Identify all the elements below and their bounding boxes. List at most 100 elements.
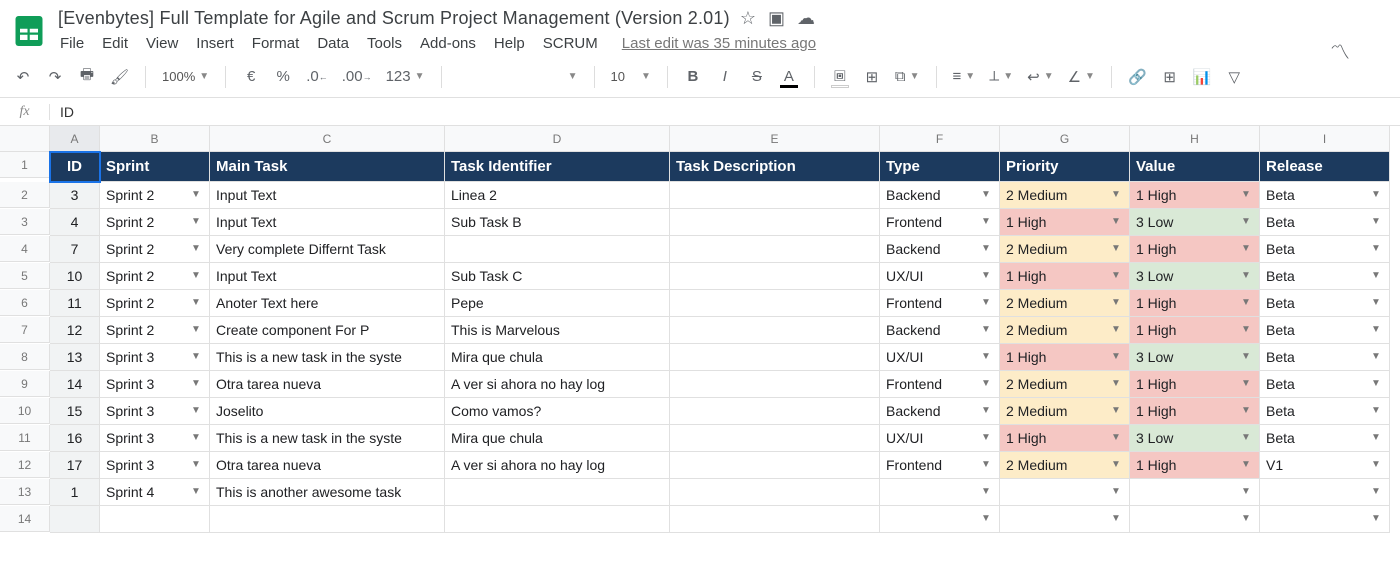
dropdown-icon[interactable]: ▼	[191, 405, 203, 417]
dropdown-icon[interactable]: ▼	[191, 378, 203, 390]
cell-id[interactable]: 17	[50, 452, 100, 479]
move-icon[interactable]: ▣	[768, 8, 785, 29]
cell-priority[interactable]: 1 High▼	[1000, 425, 1130, 452]
dropdown-icon[interactable]: ▼	[191, 351, 203, 363]
dropdown-icon[interactable]: ▼	[191, 459, 203, 471]
cell-sprint[interactable]: Sprint 3▼	[100, 344, 210, 371]
cell-value[interactable]: 3 Low▼	[1130, 209, 1260, 236]
dropdown-icon[interactable]: ▼	[1241, 486, 1253, 498]
cell-task-identifier[interactable]: This is Marvelous	[445, 317, 670, 344]
cell-type[interactable]: Backend▼	[880, 182, 1000, 209]
italic-button[interactable]: I	[716, 68, 734, 85]
menu-edit[interactable]: Edit	[102, 35, 128, 52]
cell-main-task[interactable]: Create component For P	[210, 317, 445, 344]
row-header[interactable]: 10	[0, 398, 50, 424]
cell-type[interactable]: UX/UI▼	[880, 263, 1000, 290]
cell-id[interactable]: 15	[50, 398, 100, 425]
merge-button[interactable]: ⧉▼	[895, 68, 920, 85]
dropdown-icon[interactable]: ▼	[1111, 324, 1123, 336]
dropdown-icon[interactable]: ▼	[1111, 351, 1123, 363]
menu-view[interactable]: View	[146, 35, 178, 52]
dropdown-icon[interactable]: ▼	[981, 459, 993, 471]
dropdown-icon[interactable]: ▼	[1241, 432, 1253, 444]
cell-main-task[interactable]: Anoter Text here	[210, 290, 445, 317]
percent-button[interactable]: %	[274, 68, 292, 85]
cell-main-task[interactable]: Otra tarea nueva	[210, 452, 445, 479]
dropdown-icon[interactable]: ▼	[1241, 351, 1253, 363]
dropdown-icon[interactable]: ▼	[1241, 378, 1253, 390]
undo-icon[interactable]: ↶	[14, 68, 32, 86]
cell-main-task[interactable]	[210, 506, 445, 533]
dropdown-icon[interactable]: ▼	[1241, 189, 1253, 201]
cell-id[interactable]: 1	[50, 479, 100, 506]
cell-release[interactable]: V1▼	[1260, 452, 1390, 479]
cell-main-task[interactable]: This is a new task in the syste	[210, 344, 445, 371]
cell-release[interactable]: Beta▼	[1260, 209, 1390, 236]
menu-data[interactable]: Data	[317, 35, 349, 52]
cell-value[interactable]: 3 Low▼	[1130, 263, 1260, 290]
cell-main-task[interactable]: Input Text	[210, 209, 445, 236]
dropdown-icon[interactable]: ▼	[1111, 243, 1123, 255]
dropdown-icon[interactable]: ▼	[1241, 216, 1253, 228]
wrap-button[interactable]: ↩▼	[1027, 68, 1053, 86]
dropdown-icon[interactable]: ▼	[981, 216, 993, 228]
dropdown-icon[interactable]: ▼	[191, 432, 203, 444]
paint-format-icon[interactable]: 🖌	[110, 68, 129, 86]
v-align-button[interactable]: ⟂▼	[989, 68, 1013, 85]
cell-task-identifier[interactable]: Mira que chula	[445, 425, 670, 452]
column-header[interactable]: H	[1130, 126, 1260, 152]
row-header[interactable]: 7	[0, 317, 50, 343]
menu-scrum[interactable]: SCRUM	[543, 35, 598, 52]
cell-main-task[interactable]: This is a new task in the syste	[210, 425, 445, 452]
h-align-button[interactable]: ≡▼	[953, 68, 976, 85]
cell-priority[interactable]: 1 High▼	[1000, 209, 1130, 236]
row-header[interactable]: 8	[0, 344, 50, 370]
row-header[interactable]: 2	[0, 182, 50, 208]
dropdown-icon[interactable]: ▼	[1371, 513, 1383, 525]
cell-task-description[interactable]	[670, 479, 880, 506]
cell-task-description[interactable]	[670, 182, 880, 209]
increase-decimal-button[interactable]: .00→	[342, 68, 372, 85]
fill-color-button[interactable]: 🞖	[831, 68, 849, 85]
cell-task-identifier[interactable]: A ver si ahora no hay log	[445, 371, 670, 398]
header-cell[interactable]: Release	[1260, 152, 1390, 182]
cell-value[interactable]: 3 Low▼	[1130, 425, 1260, 452]
cell-task-identifier[interactable]	[445, 506, 670, 533]
cell-type[interactable]: Frontend▼	[880, 371, 1000, 398]
cell-priority[interactable]: 2 Medium▼	[1000, 290, 1130, 317]
cell-value[interactable]: 1 High▼	[1130, 290, 1260, 317]
dropdown-icon[interactable]: ▼	[191, 189, 203, 201]
dropdown-icon[interactable]: ▼	[1111, 513, 1123, 525]
cell-task-identifier[interactable]: Pepe	[445, 290, 670, 317]
cell-value[interactable]: ▼	[1130, 479, 1260, 506]
cell-sprint[interactable]: Sprint 3▼	[100, 371, 210, 398]
cell-task-description[interactable]	[670, 506, 880, 533]
cell-priority[interactable]: 1 High▼	[1000, 344, 1130, 371]
row-header[interactable]: 1	[0, 152, 50, 178]
zoom-select[interactable]: 100%▼	[162, 69, 209, 84]
dropdown-icon[interactable]: ▼	[1111, 297, 1123, 309]
redo-icon[interactable]: ↷	[46, 68, 64, 86]
star-icon[interactable]: ☆	[740, 8, 756, 29]
dropdown-icon[interactable]: ▼	[1371, 405, 1383, 417]
cell-value[interactable]: 1 High▼	[1130, 236, 1260, 263]
dropdown-icon[interactable]: ▼	[981, 513, 993, 525]
bold-button[interactable]: B	[684, 68, 702, 85]
cell-id[interactable]: 7	[50, 236, 100, 263]
cell-task-description[interactable]	[670, 371, 880, 398]
row-header[interactable]: 14	[0, 506, 50, 532]
font-size-select[interactable]: 10▼	[611, 69, 651, 84]
cell-type[interactable]: Backend▼	[880, 317, 1000, 344]
cell-sprint[interactable]: Sprint 2▼	[100, 209, 210, 236]
cell-sprint[interactable]: Sprint 2▼	[100, 317, 210, 344]
cell-id[interactable]: 3	[50, 182, 100, 209]
strike-button[interactable]: S	[748, 68, 766, 85]
dropdown-icon[interactable]: ▼	[1241, 243, 1253, 255]
dropdown-icon[interactable]: ▼	[1371, 297, 1383, 309]
cell-priority[interactable]: 2 Medium▼	[1000, 452, 1130, 479]
dropdown-icon[interactable]: ▼	[191, 216, 203, 228]
dropdown-icon[interactable]: ▼	[191, 486, 203, 498]
cell-priority[interactable]: 2 Medium▼	[1000, 236, 1130, 263]
column-header[interactable]: C	[210, 126, 445, 152]
column-header[interactable]: A	[50, 126, 100, 152]
